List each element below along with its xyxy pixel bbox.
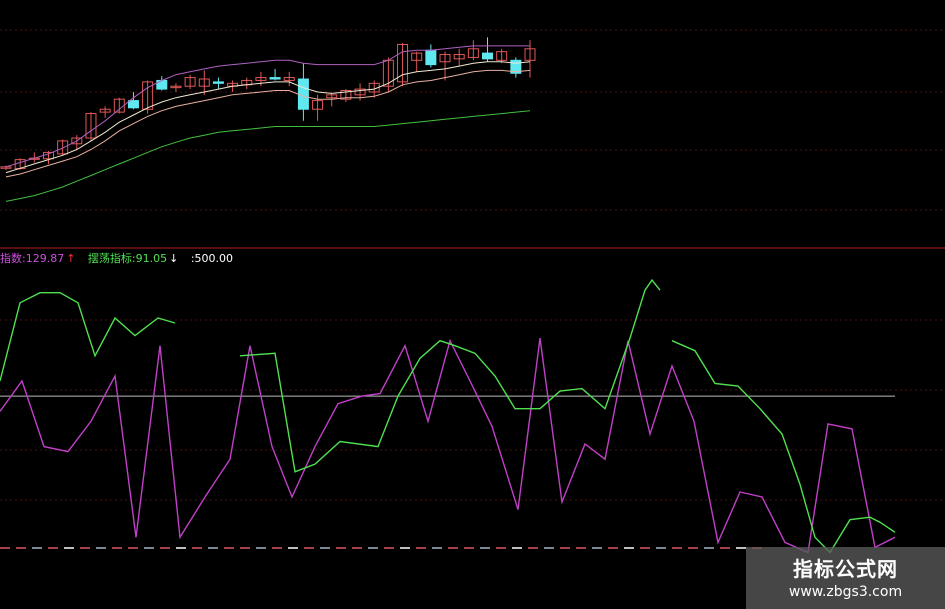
candle-body-19 <box>269 77 281 80</box>
candle-body-30 <box>425 49 437 66</box>
ma-upper-line <box>5 45 530 168</box>
ma-slow-line <box>5 69 531 178</box>
ma-fast-line <box>5 61 531 174</box>
oscillator-line-1 <box>0 292 176 382</box>
watermark-url: www.zbgs3.com <box>788 584 903 600</box>
oscillator-line-0 <box>0 338 896 554</box>
oscillator-line-3 <box>671 340 896 554</box>
ma-lower-line <box>5 110 531 202</box>
oscillator-lines <box>0 278 896 554</box>
swing-legend-label: 摆荡指标:91.05 <box>87 252 168 265</box>
indicator-legend: 指数:129.87 ↑ 摆荡指标:91.05 ↓ :500.00 <box>0 250 235 266</box>
index-legend-label: 指数:129.87 <box>0 252 65 265</box>
level-legend-label: :500.00 <box>190 252 234 265</box>
index-legend-arrow: ↑ <box>66 252 76 265</box>
candle-body-21 <box>297 78 309 110</box>
watermark: 指标公式网 www.zbgs3.com <box>746 547 945 609</box>
chart-canvas <box>0 29 945 554</box>
candle-body-15 <box>212 81 224 84</box>
candle-body-9 <box>127 100 139 109</box>
candle-body-34 <box>482 52 494 60</box>
moving-average-lines <box>5 45 531 202</box>
watermark-title: 指标公式网 <box>793 557 898 581</box>
swing-legend-arrow: ↓ <box>169 252 179 265</box>
oscillator-line-2 <box>239 278 661 473</box>
